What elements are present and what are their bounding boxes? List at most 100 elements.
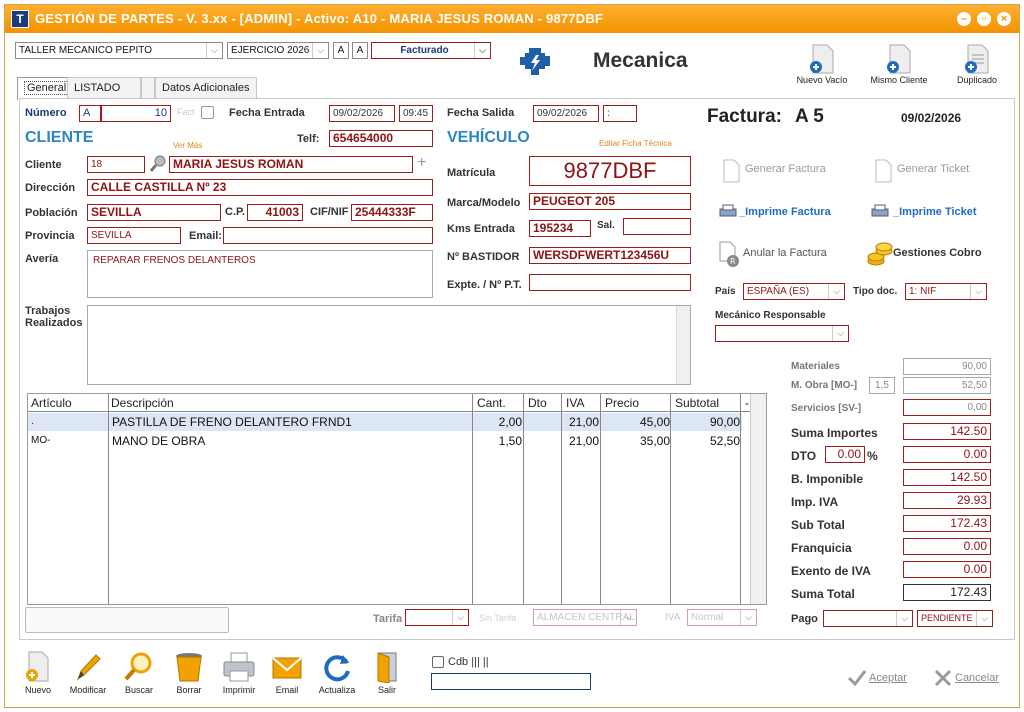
entry-date-label: Fecha Entrada <box>229 107 305 119</box>
new-empty-button[interactable]: Nuevo Vacío <box>789 43 855 85</box>
exit-date-field[interactable]: 09/02/2026 <box>533 105 599 122</box>
vat-exempt-value[interactable]: 0.00 <box>903 561 991 578</box>
number-field[interactable]: 10 <box>101 105 171 122</box>
refresh-button[interactable]: Actualiza <box>315 651 359 695</box>
delete-button[interactable]: Borrar <box>169 651 209 695</box>
plate-field[interactable]: 9877DBF <box>529 156 691 186</box>
doc-type-label: Tipo doc. <box>853 286 898 297</box>
vat-type-label: IVA <box>665 612 681 623</box>
frame-field[interactable]: WERSDFWERT123456U <box>529 247 691 264</box>
model-field[interactable]: PEUGEOT 205 <box>529 193 691 210</box>
email-button[interactable]: Email <box>269 651 305 695</box>
km-out-label: Sal. <box>597 220 615 231</box>
same-client-button[interactable]: Mismo Cliente <box>863 43 935 85</box>
invoice-label: Factura: <box>707 106 782 127</box>
vat-exempt-label: Exento de IVA <box>791 564 871 578</box>
exit-time-field[interactable]: : <box>603 105 637 122</box>
workshop-select[interactable]: TALLER MECANICO PEPITO ⌵ <box>15 42 223 59</box>
status-select[interactable]: Facturado ⌵ <box>371 42 491 59</box>
search-button[interactable]: Buscar <box>119 651 159 695</box>
modify-button[interactable]: Modificar <box>65 651 111 695</box>
cancel-button[interactable]: Cancelar <box>955 672 999 684</box>
duplicate-button[interactable]: Duplicado <box>945 43 1009 85</box>
payment-status-select[interactable]: PENDIENTE ⌵ <box>917 610 993 627</box>
fact-checkbox[interactable] <box>201 106 214 119</box>
address-field[interactable]: CALLE CASTILLA Nº 23 <box>87 179 433 196</box>
column-header-article[interactable]: Artículo <box>28 394 72 412</box>
km-in-field[interactable]: 195234 <box>529 220 591 237</box>
province-field[interactable]: SEVILLA <box>87 227 181 244</box>
km-out-field[interactable] <box>623 218 691 235</box>
cdb-field[interactable] <box>431 673 591 690</box>
payment-select[interactable]: ⌵ <box>823 610 913 627</box>
maximize-button[interactable]: ▫ <box>977 12 991 26</box>
file-label: Expte. / Nº P.T. <box>447 279 522 291</box>
column-header-discount[interactable]: Dto <box>525 394 547 412</box>
phone-field[interactable]: 654654000 <box>329 130 433 147</box>
file-field[interactable] <box>529 274 691 291</box>
fault-text: REPARAR FRENOS DELANTEROS <box>93 255 256 266</box>
payment-status-value: PENDIENTE <box>921 613 973 623</box>
minimize-button[interactable]: – <box>957 12 971 26</box>
tab-datos-adicionales[interactable]: Datos Adicionales <box>155 77 257 99</box>
tab-listado[interactable]: LISTADO <box>67 77 141 99</box>
column-divider <box>523 394 524 604</box>
column-header-description[interactable]: Descripción <box>108 394 174 412</box>
add-client-icon[interactable]: + <box>417 154 426 172</box>
accept-button[interactable]: Aceptar <box>869 672 907 684</box>
zip-field[interactable]: 41003 <box>247 204 303 221</box>
cdb-checkbox[interactable] <box>432 656 444 668</box>
column-header-extra[interactable]: - <box>742 394 749 412</box>
tab-blank[interactable] <box>141 77 155 99</box>
city-field[interactable]: SEVILLA <box>87 204 221 221</box>
email-field[interactable] <box>223 227 433 244</box>
tariff-select[interactable]: ⌵ <box>405 609 469 626</box>
entry-time-field[interactable]: 09:45 <box>399 105 433 122</box>
search-client-icon[interactable] <box>149 155 167 176</box>
client-name-field[interactable]: MARIA JESUS ROMAN <box>169 156 413 173</box>
mechanic-select[interactable]: ⌵ <box>715 325 849 342</box>
labor-label: M. Obra [MO-] <box>791 380 858 391</box>
doc-type-select[interactable]: 1: NIF ⌵ <box>905 283 987 300</box>
exercise-select[interactable]: EJERCICIO 2026 ⌵ <box>227 42 329 59</box>
series-field[interactable]: A <box>79 105 101 122</box>
column-header-subtotal[interactable]: Subtotal <box>672 394 719 412</box>
exit-date-label: Fecha Salida <box>447 107 515 119</box>
collections-button[interactable]: Gestiones Cobro <box>893 247 982 259</box>
cancel-invoice-button[interactable]: Anular la Factura <box>743 247 827 259</box>
generate-invoice-button[interactable]: Generar Factura <box>745 163 826 175</box>
generate-ticket-button[interactable]: Generar Ticket <box>897 163 969 175</box>
see-more-link[interactable]: Ver Más <box>173 141 202 150</box>
row1-subtotal: 90,00 <box>709 415 740 429</box>
print-invoice-button[interactable]: _Imprime Factura <box>739 206 831 218</box>
fault-textarea[interactable]: REPARAR FRENOS DELANTEROS <box>87 250 433 298</box>
column-header-vat[interactable]: IVA <box>563 394 584 412</box>
discount-percent-field[interactable]: 0.00 <box>825 446 865 463</box>
font-small-button[interactable]: A <box>333 42 349 59</box>
nif-field[interactable]: 25444333F <box>351 204 433 221</box>
vat-type-select[interactable]: Normal ⌵ <box>687 609 757 626</box>
warehouse-select[interactable]: ALMACEN CENTRAL ⌵ <box>533 609 637 626</box>
font-large-button[interactable]: A <box>352 42 368 59</box>
print-button[interactable]: Imprimir <box>217 651 261 695</box>
client-id-field[interactable]: 18 <box>87 156 145 173</box>
print-ticket-button[interactable]: _Imprime Ticket <box>893 206 977 218</box>
grid-scrollbar[interactable] <box>750 394 766 604</box>
tab-general-label: General <box>24 81 70 95</box>
entry-date-field[interactable]: 09/02/2026 <box>329 105 395 122</box>
works-textarea[interactable] <box>87 305 691 385</box>
duplicate-label: Duplicado <box>956 75 998 85</box>
edit-tech-sheet-link[interactable]: Editar Ficha Técnica <box>599 139 672 148</box>
column-header-quantity[interactable]: Cant. <box>474 394 506 412</box>
column-header-price[interactable]: Precio <box>602 394 639 412</box>
frame-label: Nº BASTIDOR <box>447 251 520 263</box>
close-button[interactable]: × <box>997 12 1011 26</box>
franchise-value[interactable]: 0.00 <box>903 538 991 555</box>
exit-button[interactable]: Salir <box>369 651 405 695</box>
country-select[interactable]: ESPAÑA (ES) ⌵ <box>743 283 845 300</box>
new-button[interactable]: Nuevo <box>19 651 57 695</box>
nif-label: CIF/NIF <box>310 206 349 218</box>
row2-article: MO- <box>31 435 51 446</box>
works-scrollbar[interactable] <box>676 306 690 384</box>
print-label: Imprimir <box>222 685 256 695</box>
